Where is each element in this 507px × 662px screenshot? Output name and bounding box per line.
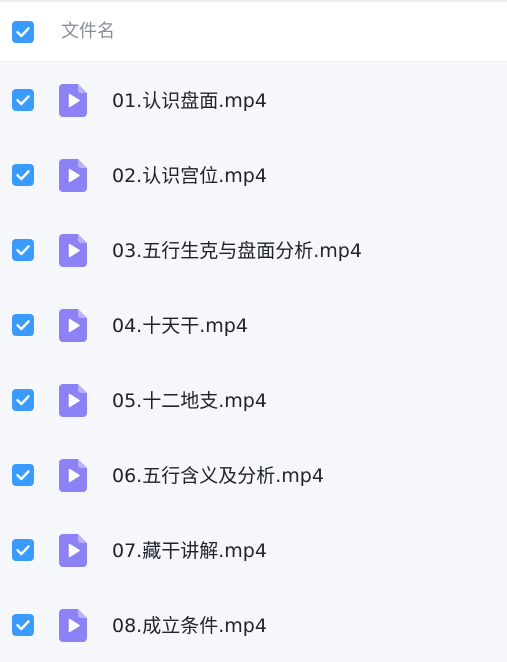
file-row[interactable]: 04.十天干.mp4 <box>0 287 507 362</box>
file-row[interactable]: 02.认识宫位.mp4 <box>0 137 507 212</box>
checkbox-checked-icon <box>16 545 30 556</box>
file-name[interactable]: 02.认识宫位.mp4 <box>112 163 267 189</box>
video-file-icon <box>59 234 87 267</box>
video-file-icon <box>59 159 87 192</box>
file-list-header: 文件名 <box>0 2 507 62</box>
column-header-filename[interactable]: 文件名 <box>61 20 115 44</box>
select-all-checkbox[interactable] <box>12 21 34 43</box>
checkbox-checked-icon <box>16 245 30 256</box>
video-file-icon <box>59 309 87 342</box>
file-name[interactable]: 05.十二地支.mp4 <box>112 388 267 414</box>
file-name[interactable]: 04.十天干.mp4 <box>112 313 248 339</box>
file-checkbox[interactable] <box>12 164 34 186</box>
file-checkbox[interactable] <box>12 389 34 411</box>
file-name[interactable]: 06.五行含义及分析.mp4 <box>112 463 324 489</box>
file-checkbox[interactable] <box>12 314 34 336</box>
video-file-icon <box>59 609 87 642</box>
checkbox-checked-icon <box>16 620 30 631</box>
file-row[interactable]: 05.十二地支.mp4 <box>0 362 507 437</box>
file-checkbox[interactable] <box>12 614 34 636</box>
file-row[interactable]: 07.藏干讲解.mp4 <box>0 512 507 587</box>
checkbox-checked-icon <box>16 170 30 181</box>
file-row[interactable]: 01.认识盘面.mp4 <box>0 62 507 137</box>
file-checkbox[interactable] <box>12 539 34 561</box>
video-file-icon <box>59 84 87 117</box>
video-file-icon <box>59 384 87 417</box>
checkbox-checked-icon <box>16 395 30 406</box>
file-name[interactable]: 07.藏干讲解.mp4 <box>112 538 267 564</box>
file-name[interactable]: 03.五行生克与盘面分析.mp4 <box>112 238 362 264</box>
checkbox-checked-icon <box>16 27 30 38</box>
file-list: 01.认识盘面.mp4 02.认识宫位.mp4 03.五行生克与盘面分析.mp4… <box>0 62 507 662</box>
file-checkbox[interactable] <box>12 89 34 111</box>
file-name[interactable]: 08.成立条件.mp4 <box>112 613 267 639</box>
file-row[interactable]: 03.五行生克与盘面分析.mp4 <box>0 212 507 287</box>
file-checkbox[interactable] <box>12 239 34 261</box>
file-checkbox[interactable] <box>12 464 34 486</box>
video-file-icon <box>59 459 87 492</box>
file-row[interactable]: 06.五行含义及分析.mp4 <box>0 437 507 512</box>
file-name[interactable]: 01.认识盘面.mp4 <box>112 88 267 114</box>
checkbox-checked-icon <box>16 470 30 481</box>
checkbox-checked-icon <box>16 320 30 331</box>
video-file-icon <box>59 534 87 567</box>
checkbox-checked-icon <box>16 95 30 106</box>
